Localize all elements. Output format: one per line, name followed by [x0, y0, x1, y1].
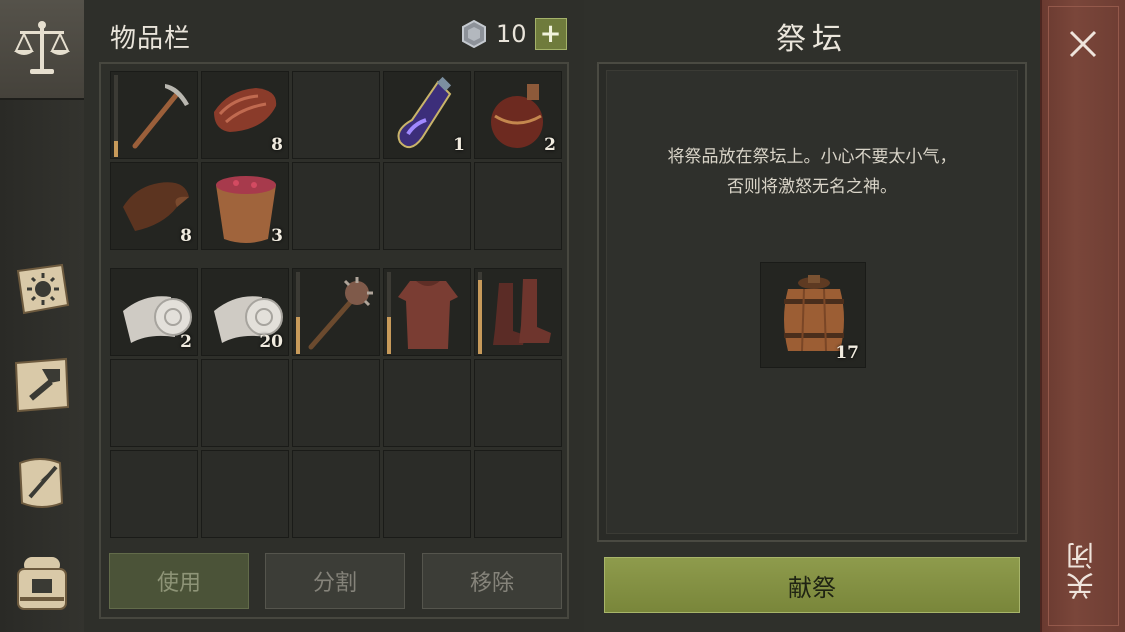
use-button[interactable]: 使用 [109, 553, 249, 609]
inventory-slot-empty[interactable] [383, 162, 471, 250]
chainmail-icon [398, 281, 458, 349]
inventory-slot-empty[interactable] [201, 359, 289, 447]
boots-icon [493, 279, 551, 345]
altar-description-line2: 否则将激怒无名之神。 [727, 177, 897, 197]
sidebar-nav [0, 0, 85, 632]
inventory-slot-empty[interactable] [474, 359, 562, 447]
hammer-icon [14, 357, 70, 413]
item-quantity: 20 [259, 332, 283, 352]
item-quantity: 8 [180, 226, 192, 246]
sacrifice-button[interactable]: 献祭 [604, 557, 1020, 613]
item-quantity: 2 [180, 332, 192, 352]
close-icon[interactable] [1063, 24, 1103, 64]
item-quantity: 2 [544, 135, 556, 155]
inventory-slot-empty[interactable] [383, 450, 471, 538]
inventory-slot-empty[interactable] [201, 450, 289, 538]
inventory-slot[interactable]: 8 [110, 162, 198, 250]
tab-skills[interactable] [7, 254, 77, 324]
scroll-quill-icon [18, 458, 64, 508]
altar-description-line1: 将祭品放在祭坛上。小心不要太小气， [667, 147, 957, 167]
inventory-slot-empty[interactable] [292, 450, 380, 538]
mace-icon [308, 277, 373, 350]
currency-value: 10 [496, 20, 527, 48]
split-button[interactable]: 分割 [265, 553, 405, 609]
currency-display: 10 + [460, 18, 567, 50]
tab-quests[interactable] [7, 448, 77, 518]
inventory-slot-empty[interactable] [474, 450, 562, 538]
inventory-slot[interactable]: 3 [201, 162, 289, 250]
close-panel[interactable] [1040, 0, 1125, 632]
inventory-slot-empty[interactable] [292, 359, 380, 447]
inventory-slot-empty[interactable] [474, 162, 562, 250]
pickaxe-icon [132, 84, 189, 149]
scales-icon [14, 21, 70, 74]
remove-button[interactable]: 移除 [422, 553, 562, 609]
item-quantity: 17 [835, 343, 859, 363]
inventory-slot[interactable] [110, 71, 198, 159]
inventory-title: 物品栏 [110, 24, 192, 54]
add-currency-button[interactable]: + [534, 18, 567, 50]
tab-inventory[interactable] [7, 546, 77, 616]
inventory-slot[interactable]: 20 [201, 268, 289, 356]
inventory-slot-empty[interactable] [292, 71, 380, 159]
inventory-slot[interactable]: 2 [110, 268, 198, 356]
inventory-slot[interactable]: 2 [474, 71, 562, 159]
altar-title: 祭坛 [776, 22, 848, 57]
altar-description: 将祭品放在祭坛上。小心不要太小气， 否则将激怒无名之神。 [606, 142, 1018, 202]
inventory-slot[interactable]: 8 [201, 71, 289, 159]
close-label[interactable]: 关闭 [1062, 540, 1106, 600]
close-panel-border [1048, 6, 1119, 626]
item-quantity: 8 [271, 135, 283, 155]
silver-coin-icon [462, 20, 486, 48]
inventory-slot-empty[interactable] [110, 450, 198, 538]
inventory-slot[interactable] [383, 268, 471, 356]
inventory-slot-empty[interactable] [383, 359, 471, 447]
inventory-slot[interactable]: 1 [383, 71, 471, 159]
backpack-icon [17, 557, 67, 610]
item-quantity: 1 [453, 135, 465, 155]
tab-crafting[interactable] [7, 350, 77, 420]
inventory-slot-empty[interactable] [292, 162, 380, 250]
item-quantity: 3 [271, 226, 283, 246]
offering-slot[interactable]: 17 [760, 262, 866, 368]
sun-book-icon [16, 263, 70, 315]
inventory-slot[interactable] [292, 268, 380, 356]
inventory-slot-empty[interactable] [110, 359, 198, 447]
tab-trade[interactable] [7, 14, 77, 84]
inventory-slot[interactable] [474, 268, 562, 356]
